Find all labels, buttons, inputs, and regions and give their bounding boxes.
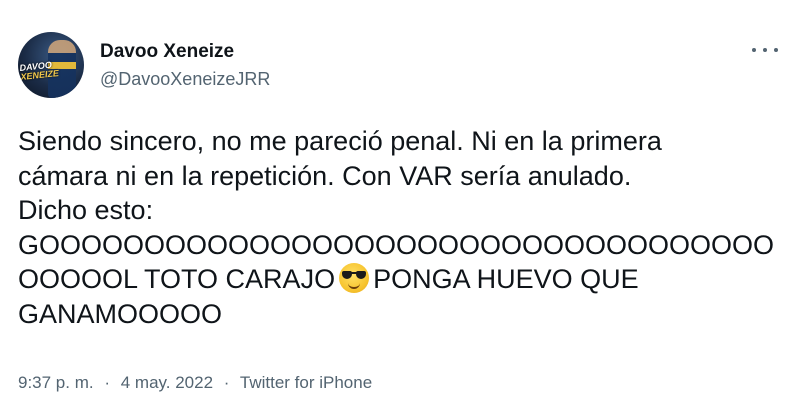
tweet-text: Siendo sincero, no me pareció penal. Ni … bbox=[18, 124, 788, 331]
user-handle[interactable]: @DavooXeneizeJRR bbox=[100, 67, 270, 91]
tweet-card: DAVOO XENEIZE Davoo Xeneize @DavooXeneiz… bbox=[0, 0, 800, 409]
more-options-icon[interactable] bbox=[752, 42, 778, 58]
tweet-time[interactable]: 9:37 p. m. bbox=[18, 373, 94, 392]
more-dot bbox=[763, 48, 767, 52]
emoji-glasses bbox=[342, 271, 367, 280]
display-name[interactable]: Davoo Xeneize bbox=[100, 40, 270, 64]
tweet-source[interactable]: Twitter for iPhone bbox=[240, 373, 372, 392]
tweet-metadata: 9:37 p. m. · 4 may. 2022 · Twitter for i… bbox=[18, 371, 372, 395]
emoji-mouth bbox=[348, 283, 361, 289]
author-names: Davoo Xeneize @DavooXeneizeJRR bbox=[100, 40, 270, 91]
tweet-date[interactable]: 4 may. 2022 bbox=[121, 373, 213, 392]
more-dot bbox=[774, 48, 778, 52]
meta-separator: · bbox=[223, 373, 230, 392]
avatar[interactable]: DAVOO XENEIZE bbox=[18, 32, 84, 98]
emoji-lens bbox=[356, 271, 367, 279]
meta-separator: · bbox=[104, 373, 111, 392]
more-dot bbox=[752, 48, 756, 52]
tweet-header: DAVOO XENEIZE Davoo Xeneize @DavooXeneiz… bbox=[18, 30, 270, 100]
sunglasses-emoji-icon bbox=[339, 263, 370, 293]
